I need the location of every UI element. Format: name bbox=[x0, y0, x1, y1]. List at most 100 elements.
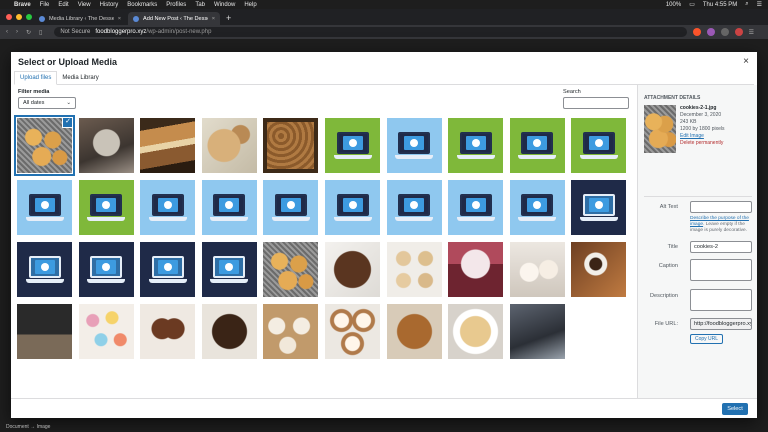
media-thumbnail-illustration[interactable] bbox=[448, 118, 504, 173]
media-thumbnail-photo[interactable] bbox=[509, 242, 565, 297]
media-thumbnail-photo[interactable] bbox=[325, 304, 380, 359]
media-thumbnail-photo[interactable] bbox=[448, 242, 504, 297]
not-secure-label[interactable]: Not Secure bbox=[60, 29, 90, 35]
media-thumbnail-photo[interactable] bbox=[386, 304, 442, 359]
tab-media-library[interactable]: Media Library ‹ The Dessert Fo × bbox=[34, 12, 126, 25]
media-thumbnail-photo[interactable] bbox=[325, 242, 380, 297]
laptop-illustration bbox=[25, 193, 64, 222]
media-thumbnail-illustration[interactable] bbox=[17, 242, 72, 297]
media-thumbnail-illustration[interactable] bbox=[140, 180, 196, 235]
media-thumbnail-illustration[interactable] bbox=[509, 180, 565, 235]
media-router: Upload files Media Library bbox=[14, 71, 754, 85]
menu-help[interactable]: Help bbox=[244, 2, 256, 8]
clock[interactable]: Thu 4:55 PM bbox=[703, 2, 737, 8]
attachment-dimensions: 1200 by 1800 pixels bbox=[680, 126, 725, 132]
puzzle-icon[interactable] bbox=[720, 28, 729, 36]
media-thumbnail-illustration[interactable] bbox=[17, 180, 72, 235]
media-thumbnail-photo[interactable] bbox=[201, 118, 257, 173]
media-thumbnail-illustration[interactable] bbox=[448, 180, 504, 235]
laptop-illustration bbox=[87, 255, 126, 284]
media-thumbnail-illustration[interactable] bbox=[263, 180, 319, 235]
copy-url-button[interactable]: Copy URL bbox=[690, 334, 724, 344]
edit-image-link[interactable]: Edit Image bbox=[680, 133, 724, 140]
menu-list-icon[interactable]: ☰ bbox=[757, 1, 762, 8]
close-tab-icon[interactable]: × bbox=[118, 16, 121, 22]
media-thumbnail-illustration[interactable] bbox=[386, 118, 442, 173]
back-icon[interactable]: ‹ bbox=[6, 29, 8, 35]
media-thumbnail-photo[interactable] bbox=[571, 242, 627, 297]
select-button[interactable]: Select bbox=[722, 403, 748, 415]
extension-icon[interactable] bbox=[706, 28, 715, 36]
caption-textarea[interactable] bbox=[690, 259, 752, 281]
media-thumbnail-photo[interactable] bbox=[263, 242, 319, 297]
media-thumbnail-illustration[interactable] bbox=[386, 180, 442, 235]
media-thumbnail-photo[interactable]: ✓ bbox=[14, 115, 75, 176]
media-thumbnail-illustration[interactable] bbox=[571, 118, 627, 173]
media-thumbnail-illustration[interactable] bbox=[509, 118, 565, 173]
media-thumbnail-illustration[interactable] bbox=[201, 242, 257, 297]
alt-text-input[interactable] bbox=[690, 201, 752, 213]
delete-permanently-link[interactable]: Delete permanently bbox=[680, 140, 724, 147]
profile-avatar[interactable] bbox=[734, 28, 743, 36]
menu-edit[interactable]: Edit bbox=[58, 2, 68, 8]
media-thumbnail-photo[interactable] bbox=[17, 304, 72, 359]
date-filter-select[interactable]: All dates ⌄ bbox=[18, 97, 76, 109]
laptop-illustration bbox=[456, 131, 495, 160]
media-thumbnail-photo[interactable] bbox=[386, 242, 442, 297]
media-thumbnail-illustration[interactable] bbox=[78, 180, 134, 235]
maximize-window-button[interactable] bbox=[26, 14, 32, 20]
media-thumbnail-photo[interactable] bbox=[78, 304, 134, 359]
close-tab-icon[interactable]: × bbox=[212, 16, 215, 22]
selected-check-icon[interactable]: ✓ bbox=[63, 118, 72, 127]
media-thumbnail-photo[interactable] bbox=[263, 304, 319, 359]
laptop-illustration bbox=[395, 193, 434, 222]
menu-profiles[interactable]: Profiles bbox=[166, 2, 186, 8]
menu-bookmarks[interactable]: Bookmarks bbox=[127, 2, 157, 8]
media-thumbnail-photo[interactable] bbox=[201, 304, 257, 359]
search-icon[interactable]: ⌕ bbox=[745, 1, 748, 8]
menu-tab[interactable]: Tab bbox=[195, 2, 205, 8]
menu-view[interactable]: View bbox=[78, 2, 91, 8]
media-thumbnail-illustration[interactable] bbox=[325, 180, 380, 235]
window-controls bbox=[6, 14, 32, 20]
attachment-info: cookies-2-1.jpg December 3, 2020 243 KB … bbox=[680, 105, 724, 147]
laptop-illustration bbox=[25, 255, 64, 284]
menu-window[interactable]: Window bbox=[214, 2, 235, 8]
media-thumbnail-illustration[interactable] bbox=[325, 118, 380, 173]
media-thumbnail-photo[interactable] bbox=[140, 304, 196, 359]
media-thumbnail-illustration[interactable] bbox=[201, 180, 257, 235]
media-thumbnail-photo[interactable] bbox=[78, 118, 134, 173]
reload-icon[interactable]: ↻ bbox=[26, 29, 31, 36]
media-thumbnail-illustration[interactable] bbox=[140, 242, 196, 297]
new-tab-button[interactable]: + bbox=[226, 13, 231, 23]
wordpress-icon bbox=[133, 15, 139, 22]
close-window-button[interactable] bbox=[6, 14, 12, 20]
media-thumbnail-illustration[interactable] bbox=[571, 180, 627, 235]
menu-history[interactable]: History bbox=[100, 2, 119, 8]
attachment-filename: cookies-2-1.jpg bbox=[680, 105, 717, 111]
tab-upload-files[interactable]: Upload files bbox=[14, 71, 58, 85]
menu-icon[interactable]: ☰ bbox=[749, 29, 754, 36]
tab-media-library[interactable]: Media Library bbox=[57, 72, 103, 84]
bookmark-icon[interactable]: ▯ bbox=[39, 29, 42, 36]
media-thumbnail-photo[interactable] bbox=[263, 118, 319, 173]
brave-shields-icon[interactable] bbox=[692, 28, 701, 36]
close-icon[interactable]: × bbox=[743, 56, 749, 67]
forward-icon[interactable]: › bbox=[16, 29, 18, 35]
laptop-illustration bbox=[87, 193, 126, 222]
battery-icon[interactable]: ▭ bbox=[689, 1, 695, 8]
search-input[interactable] bbox=[563, 97, 629, 109]
media-thumbnail-photo[interactable] bbox=[140, 118, 196, 173]
title-input[interactable]: cookies-2 bbox=[690, 241, 752, 253]
minimize-window-button[interactable] bbox=[16, 14, 22, 20]
media-thumbnail-photo[interactable] bbox=[509, 304, 565, 359]
address-bar[interactable]: Not Secure foodbloggerpro.xyz /wp-admin/… bbox=[54, 27, 687, 37]
description-textarea[interactable] bbox=[690, 289, 752, 311]
menu-file[interactable]: File bbox=[40, 2, 50, 8]
media-thumbnail-photo[interactable] bbox=[448, 304, 504, 359]
tab-add-new-post[interactable]: Add New Post ‹ The Dessert Fo × bbox=[128, 12, 220, 25]
media-thumbnail-illustration[interactable] bbox=[78, 242, 134, 297]
menu-app[interactable]: Brave bbox=[14, 2, 31, 8]
file-url-input[interactable]: http://foodbloggerpro.xyz bbox=[690, 318, 752, 330]
laptop-illustration bbox=[395, 131, 434, 160]
